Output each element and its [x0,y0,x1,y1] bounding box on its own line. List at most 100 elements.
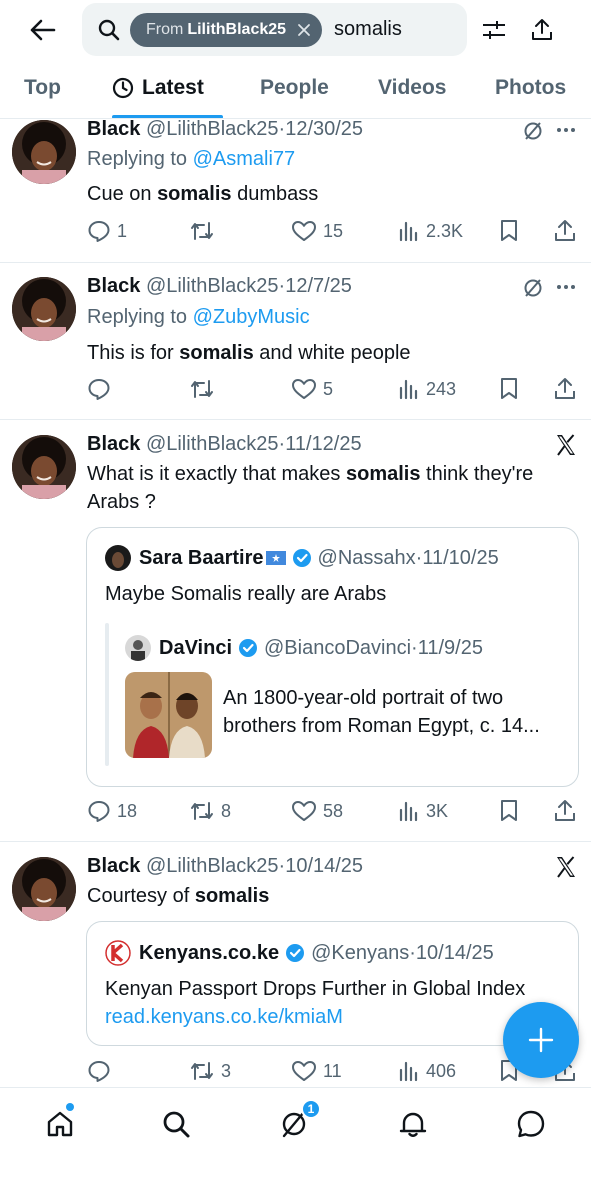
like-button[interactable]: 15 [291,217,343,245]
repost-button[interactable]: 8 [189,797,231,825]
views-button[interactable]: 243 [398,375,456,403]
nested-author-name: DaVinci [159,636,232,659]
avatar [105,545,131,571]
post-date[interactable]: 10/14/25 [285,855,363,877]
bookmark-button[interactable] [499,375,525,403]
repost-button[interactable] [189,375,221,403]
quoted-author-name: Kenyans.co.ke [139,941,280,964]
author-name[interactable]: Black [87,433,140,455]
like-button[interactable]: 5 [291,375,333,403]
nav-home[interactable] [42,1106,78,1142]
avatar[interactable] [12,277,76,341]
post-date[interactable]: 11/12/25 [285,433,361,455]
like-button[interactable]: 58 [291,797,343,825]
avatar[interactable] [12,120,76,184]
filter-icon [483,21,505,39]
bookmark-button[interactable] [499,217,525,245]
post[interactable]: Black @LilithBlack25·10/14/25 Courtesy o… [0,842,591,1087]
bottom-nav: 1 [0,1087,591,1200]
bookmark-button[interactable] [499,797,525,825]
reply-icon [88,221,110,242]
compose-button[interactable] [503,1002,579,1078]
nested-post-date: 11/9/25 [417,636,483,659]
views-button[interactable]: 406 [398,1057,456,1085]
tab-bar: Top Latest People Videos Photos [0,60,591,119]
search-query[interactable]: somalis [334,18,402,41]
bell-icon [399,1112,427,1137]
quoted-post-link[interactable]: read.kenyans.co.ke/kmiaM [105,1003,565,1031]
nested-quote-text: An 1800-year-old portrait of two brother… [223,687,540,737]
portrait-thumbnail[interactable] [125,672,212,758]
reply-button[interactable]: 18 [87,797,137,825]
search-icon [163,1111,190,1138]
search-field[interactable]: From LilithBlack25 somalis [82,3,467,56]
author-handle[interactable]: @LilithBlack25 [146,118,279,140]
post-date[interactable]: 12/30/25 [285,118,363,140]
x-logo-icon[interactable] [554,433,578,457]
repost-button[interactable]: 3 [189,1057,231,1085]
repost-count: 8 [221,800,232,821]
views-button[interactable]: 2.3K [398,217,463,245]
post-text: Courtesy of somalis [87,885,270,907]
repost-icon [191,802,213,820]
reply-icon [88,1061,110,1082]
home-icon [47,1111,73,1137]
author-handle[interactable]: @LilithBlack25 [146,275,279,297]
avatar[interactable] [12,857,76,921]
share-post-button[interactable] [553,797,583,825]
reply-button[interactable] [87,375,117,403]
tab-photos[interactable]: Photos [495,76,566,100]
plus-icon [528,1027,554,1053]
post[interactable]: Black @LilithBlack25·12/30/25 Replying t… [0,118,591,262]
share-post-button[interactable] [553,217,583,245]
quoted-post-text: Maybe Somalis really are Arabs [105,583,387,605]
share-post-button[interactable] [553,375,583,403]
reply-prefix: Replying to [87,148,188,170]
reply-to-link[interactable]: @Asmali77 [193,148,296,170]
tab-top[interactable]: Top [24,76,61,100]
muted-icon[interactable] [522,120,544,142]
reply-button[interactable]: 1 [87,217,127,245]
more-icon[interactable] [556,127,576,133]
post-text: What is it exactly that makes somalis th… [87,463,534,513]
quoted-post-date: 10/14/25 [415,941,494,964]
muted-icon[interactable] [522,277,544,299]
like-button[interactable]: 11 [291,1057,342,1085]
bookmark-icon [501,378,517,399]
author-handle[interactable]: @LilithBlack25 [146,433,279,455]
share-icon [555,378,575,399]
share-icon [532,19,552,40]
like-icon [292,379,316,399]
post-header: Black @LilithBlack25·12/7/25 [87,275,352,297]
reply-icon [88,379,110,400]
author-name[interactable]: Black [87,855,140,877]
like-count: 58 [323,800,344,821]
close-icon[interactable] [296,22,312,38]
back-button[interactable] [22,12,64,48]
x-logo-icon[interactable] [554,855,578,879]
reply-to-link[interactable]: @ZubyMusic [193,306,310,328]
from-user-chip[interactable]: From LilithBlack25 [130,12,323,47]
post[interactable]: Black @LilithBlack25·11/12/25 What is it… [0,420,591,840]
filter-button[interactable] [480,16,508,44]
author-name[interactable]: Black [87,275,140,297]
nav-explore[interactable] [158,1106,194,1142]
author-name[interactable]: Black [87,118,140,140]
tab-videos[interactable]: Videos [378,76,446,100]
views-count: 3K [426,800,449,821]
views-count: 243 [426,378,457,399]
nav-notifications[interactable] [395,1106,431,1142]
tab-latest[interactable]: Latest [112,76,204,100]
repost-button[interactable] [189,217,221,245]
reply-button[interactable] [87,1057,117,1085]
more-icon[interactable] [556,284,576,290]
post-date[interactable]: 12/7/25 [285,275,352,297]
author-handle[interactable]: @LilithBlack25 [146,855,279,877]
views-button[interactable]: 3K [398,797,448,825]
post[interactable]: Black @LilithBlack25·12/7/25 Replying to… [0,263,591,419]
share-button[interactable] [528,16,556,44]
nav-messages[interactable] [513,1106,549,1142]
tab-people[interactable]: People [260,76,329,100]
quoted-post[interactable]: Sara Baartire @Nassahx · 11/10/25 Maybe So… [86,527,579,787]
avatar[interactable] [12,435,76,499]
